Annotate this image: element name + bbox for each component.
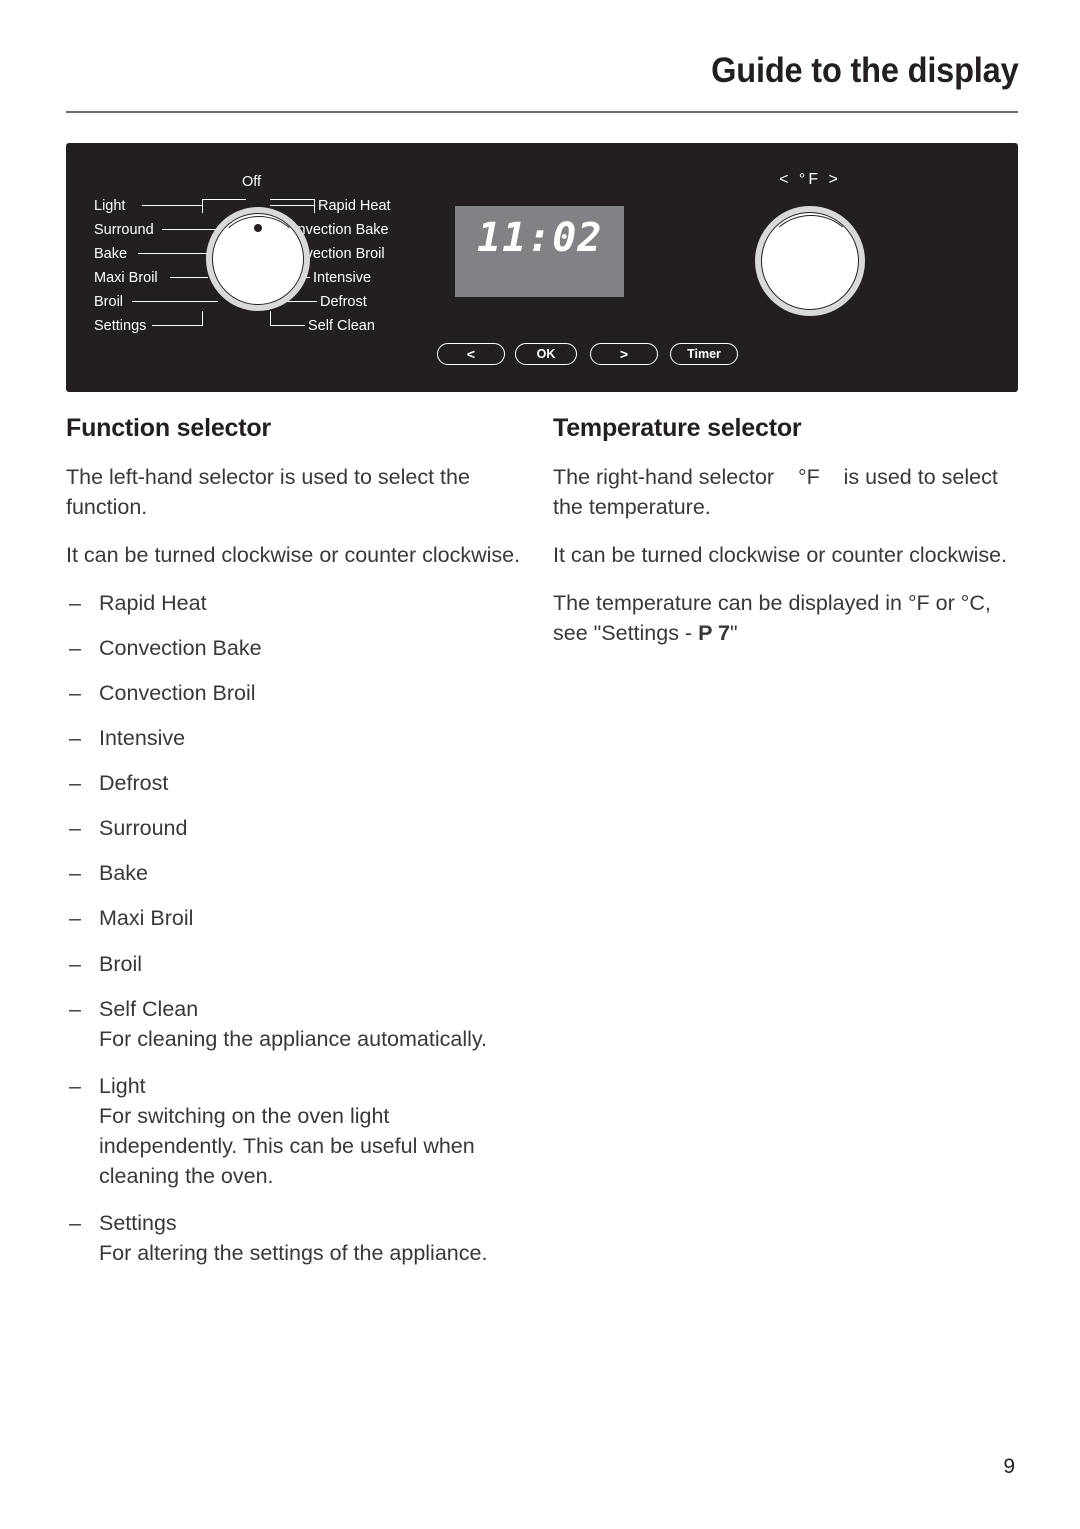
list-item: – Self Clean For cleaning the appliance au…: [66, 994, 521, 1054]
function-selector-section: Function selector The left-hand selector…: [66, 414, 521, 1285]
temperature-selector-section: Temperature selector The right-hand sele…: [553, 414, 1018, 666]
leader-light: [142, 205, 202, 207]
leader-self-clean-horz: [270, 325, 305, 327]
list-dash: –: [69, 726, 81, 751]
page-title: Guide to the display: [710, 51, 1019, 90]
list-item-description: For altering the settings of the applian…: [99, 1241, 488, 1266]
knob-label-intensive: Intensive: [313, 270, 372, 286]
leader-settings-horz: [152, 325, 202, 327]
function-selector-title: Function selector: [66, 414, 271, 442]
leader-off-left-vert: [202, 199, 204, 213]
function-selector-paragraph-2: It can be turned clockwise or counter cl…: [66, 542, 521, 567]
list-item: – Settings For altering the settings of th…: [66, 1208, 521, 1268]
list-dash: –: [69, 906, 81, 931]
list-dash: –: [69, 590, 81, 615]
settings-reference-code: P 7: [698, 620, 730, 645]
button-timer[interactable]: Timer: [670, 343, 738, 365]
knob-label-settings: Settings: [94, 318, 147, 334]
list-dash: –: [69, 996, 81, 1021]
list-dash: –: [69, 951, 81, 976]
knob-label-off: Off: [242, 174, 262, 190]
list-item: – Maxi Broil: [66, 903, 521, 933]
list-item-label: Intensive: [99, 726, 186, 751]
function-knob-indicator-dot: [254, 224, 262, 232]
list-dash: –: [69, 816, 81, 841]
temperature-knob-arc: [767, 215, 855, 289]
list-item-label: Surround: [99, 816, 188, 841]
list-item-description: For cleaning the appliance automatically…: [99, 1026, 488, 1051]
lcd-display: 11:02: [455, 206, 624, 297]
list-item: – Defrost: [66, 768, 521, 798]
degrees-fahrenheit-symbol: °F: [798, 464, 820, 489]
knob-label-broil: Broil: [94, 294, 124, 310]
list-dash: –: [69, 771, 81, 796]
list-item-label: Maxi Broil: [99, 906, 194, 931]
list-item: – Convection Broil: [66, 678, 521, 708]
leader-off-left-horz: [202, 199, 246, 201]
knob-label-maxi-broil: Maxi Broil: [94, 270, 158, 286]
temp-para3-part-b: ": [729, 620, 738, 645]
list-dash: –: [69, 680, 81, 705]
temperature-selector-paragraph-1: The right-hand selector °F is used to se…: [553, 462, 1018, 522]
temp-para-part-a: The right-hand selector: [553, 464, 775, 489]
temp-para3-part-a: The temperature can be displayed in °F o…: [553, 590, 991, 645]
button-previous[interactable]: <: [437, 343, 505, 365]
list-dash: –: [69, 1073, 81, 1098]
list-item-label: Rapid Heat: [99, 590, 207, 615]
list-item: – Light For switching on the oven light in…: [66, 1071, 521, 1191]
header-divider: [66, 111, 1018, 113]
function-selector-knob[interactable]: [206, 207, 310, 311]
list-item: – Bake: [66, 858, 521, 888]
list-item-label: Settings: [99, 1211, 177, 1236]
list-item-label: Broil: [99, 951, 143, 976]
function-list: – Rapid Heat – Convection Bake – Convection…: [66, 588, 521, 1269]
list-dash: –: [69, 1211, 81, 1236]
function-selector-paragraph-1: The left-hand selector is used to select…: [66, 464, 470, 519]
list-item-label: Convection Broil: [99, 680, 256, 705]
list-item: – Convection Bake: [66, 633, 521, 663]
list-item-label: Defrost: [99, 771, 169, 796]
leader-self-clean-vert: [270, 311, 272, 326]
temperature-selector-knob[interactable]: [755, 206, 865, 316]
page-number: 9: [1003, 1455, 1015, 1478]
lcd-time-readout: 11:02: [477, 215, 603, 261]
list-item: – Surround: [66, 813, 521, 843]
knob-label-self-clean: Self Clean: [308, 318, 375, 334]
control-panel-illustration: Off Light Surround Bake Maxi Broil Broil…: [66, 143, 1018, 392]
list-item-label: Self Clean: [99, 996, 199, 1021]
list-item-label: Bake: [99, 861, 149, 886]
list-dash: –: [69, 861, 81, 886]
list-item-description: For switching on the oven light independ…: [99, 1103, 475, 1189]
leader-bake: [138, 253, 208, 255]
knob-label-defrost: Defrost: [320, 294, 367, 310]
button-next[interactable]: >: [590, 343, 658, 365]
leader-settings-vert: [202, 311, 204, 326]
temperature-selector-title: Temperature selector: [553, 414, 802, 442]
page-header: Guide to the display: [66, 51, 1019, 91]
knob-label-surround: Surround: [94, 222, 154, 238]
list-item: – Intensive: [66, 723, 521, 753]
list-dash: –: [69, 635, 81, 660]
list-item: – Broil: [66, 949, 521, 979]
temperature-mode-label: < °F >: [779, 171, 841, 188]
temperature-selector-paragraph-3: The temperature can be displayed in °F o…: [553, 588, 1018, 648]
leader-maxi-broil: [170, 277, 208, 279]
knob-label-bake: Bake: [94, 246, 128, 262]
knob-label-rapid-heat: Rapid Heat: [318, 198, 391, 214]
knob-label-light: Light: [94, 198, 126, 214]
button-ok[interactable]: OK: [515, 343, 577, 365]
list-item: – Rapid Heat: [66, 588, 521, 618]
list-item-label: Light: [99, 1073, 146, 1098]
leader-off-right-horz: [270, 199, 315, 201]
temperature-selector-paragraph-2: It can be turned clockwise or counter cl…: [553, 542, 1008, 567]
list-item-label: Convection Bake: [99, 635, 262, 660]
